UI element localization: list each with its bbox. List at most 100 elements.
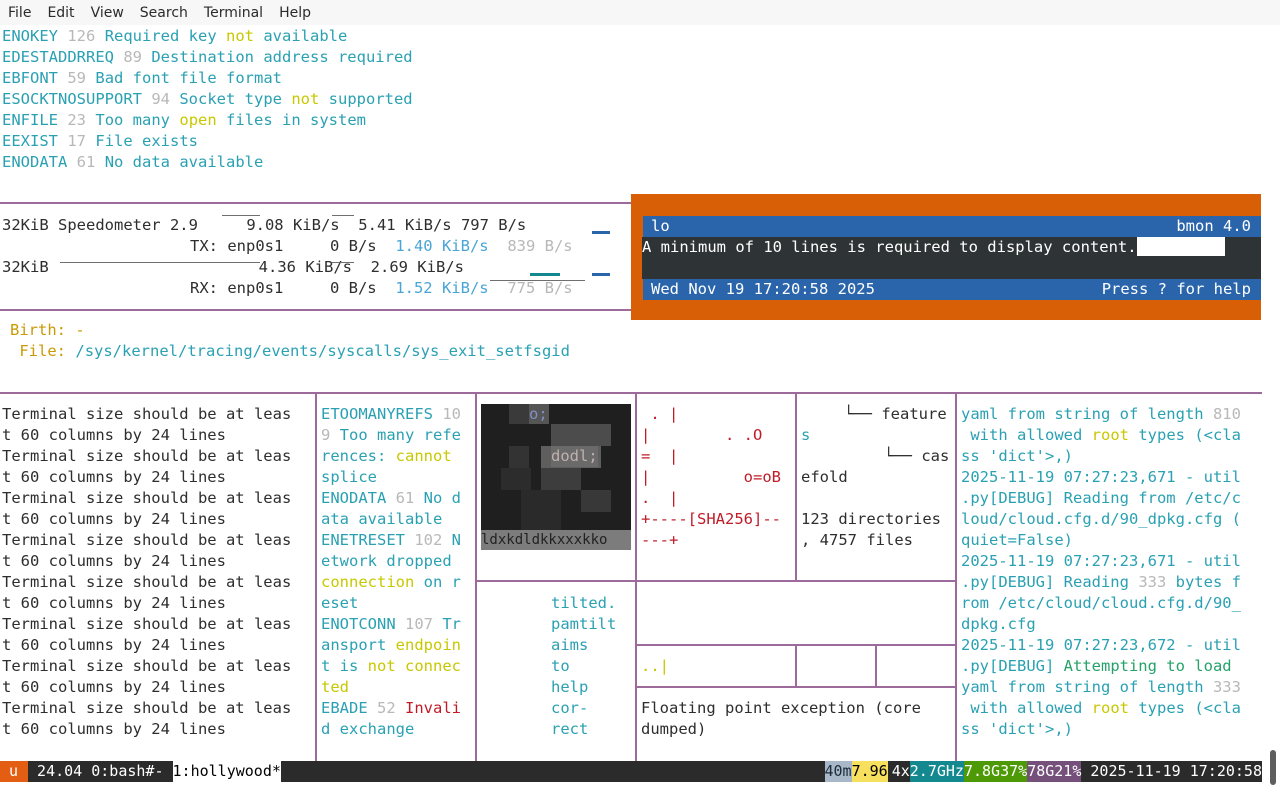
cpu-frequency: 2.7GHz [909,761,964,782]
bmon-version: bmon 4.0 [1176,217,1251,235]
errno-desc: Required key [104,27,227,45]
errno-line: EDESTADDRREQ 89 Destination address requ… [2,47,413,68]
text-line: with allowed root types (<cla [961,698,1241,719]
text-segment: 2025-11-19 07:27:23,671 - util [961,552,1241,570]
pamtilt-text: tilted. pamtilt aims to help cor-rect [551,593,616,740]
pane-divider [635,393,637,761]
speed-graph-line [60,262,260,263]
memory-usage: 7.8G37% [963,761,1028,782]
session-indicator[interactable]: u [0,761,29,782]
warning-line: Terminal size should be at leas [2,405,292,423]
randomart-line: | o=oB [641,468,781,486]
menu-file[interactable]: File [0,5,39,21]
window-bash[interactable]: 0:bash#- [91,761,172,782]
randomart-line: = | [641,447,679,465]
warning-line: t 60 columns by 24 lines [2,678,226,696]
text-line: ss 'dict'>,) [961,446,1241,467]
text-line: d exchange [321,719,461,740]
bmon-footer-bar: Wed Nov 19 17:20:58 2025 Press ? for hel… [643,279,1261,300]
warning-line: t 60 columns by 24 lines [2,594,226,612]
errno-desc: open [179,111,227,129]
text-segment: Invali [405,699,461,717]
pane-divider [636,686,956,688]
randomart-line: ---+ [641,531,679,549]
text-segment: ENODATA [321,489,396,507]
pane-divider [0,309,631,311]
tree-summary: 123 directories [801,510,941,528]
text-segment: with allowed [961,426,1092,444]
pane-divider [955,393,957,761]
errno-desc: Too many [95,111,180,129]
menu-search[interactable]: Search [132,5,196,21]
menu-edit[interactable]: Edit [39,5,82,21]
pane-divider [0,202,631,204]
text-segment: root [1091,426,1139,444]
pamtilt-line: aims [551,636,589,654]
text-line: ETOOMANYREFS 10 [321,404,461,425]
errno-desc: supported [328,90,413,108]
bmon-blank-row [642,258,1261,279]
cursor [1136,237,1225,256]
text-segment: loud/cloud.cfg.d/90_dpkg.cfg ( [961,510,1241,528]
text-segment: ETOOMANYREFS [321,405,443,423]
ascii-art-image: o; dodl; ldxkdldkkxxxkko [481,404,631,550]
speed-spark [592,273,610,276]
pane-divider [795,645,797,687]
errno-desc: Bad font file format [95,69,282,87]
errno-number: 94 [151,90,170,108]
tree-output: s [801,426,811,444]
text-segment: root [1091,699,1139,717]
menu-help[interactable]: Help [271,5,319,21]
bmon-title-bar: lo bmon 4.0 [643,216,1261,237]
text-line: 2025-11-19 07:27:23,671 - util [961,467,1241,488]
text-segment: 2025-11-19 07:27:23,672 - util [961,636,1241,654]
load-average: 7.96 [851,761,888,782]
text-line: etwork dropped [321,551,461,572]
menu-terminal[interactable]: Terminal [196,5,271,21]
text-line: EBADE 52 Invali [321,698,461,719]
rx-row: RX: enp0s1 0 B/s 1.52 KiB/s 775 B/s [190,279,573,297]
errno-name: EEXIST [2,132,58,150]
text-segment: ENETRESET [321,531,415,549]
fpe-line: dumped) [641,720,707,738]
scrollbar-thumb[interactable] [1270,750,1276,785]
text-segment: endpoin [395,636,461,654]
warning-line: t 60 columns by 24 lines [2,426,226,444]
text-line: ata available [321,509,461,530]
errno-name: EDESTADDRREQ [2,48,114,66]
errno-line: ENODATA 61 No data available [2,152,263,173]
pamtilt-line: rect [551,720,589,738]
tree-output: └── cas [884,447,950,465]
text-segment: bytes f [1175,573,1241,591]
text-line: ted [321,677,461,698]
text-line: .py[DEBUG] Reading 333 bytes f [961,572,1241,593]
text-segment: connec [405,657,461,675]
errno-name: ENFILE [2,111,58,129]
text-segment: Attempting to load [1063,657,1232,675]
text-segment: 10 [442,405,461,423]
text-segment: ss 'dict'>,) [961,447,1073,465]
text-line: connection on r [321,572,461,593]
text-segment: yaml from string of length [961,405,1213,423]
errno-desc: not [226,27,264,45]
speed-graph-line [332,215,354,216]
pamtilt-line: tilted. [551,594,617,612]
art-top: o; [529,405,548,423]
pane-divider [475,393,477,761]
errno-pane: ETOOMANYREFS 10 9 Too many refe rences: ca… [321,404,461,740]
errno-number: 23 [67,111,87,129]
speed-spark [530,273,560,276]
pamtilt-line: to [551,657,570,675]
warning-line: Terminal size should be at leas [2,615,292,633]
warning-line: Terminal size should be at leas [2,657,292,675]
text-segment: ata available [321,510,443,528]
window-hollywood[interactable]: 1:hollywood* [172,761,281,782]
text-segment: rences: [321,447,396,465]
text-segment: types (<cla [1138,699,1241,717]
menu-view[interactable]: View [83,5,132,21]
errno-number: 126 [67,27,96,45]
text-line: ENODATA 61 No d [321,488,461,509]
fpe-line: Floating point exception (core [641,699,921,717]
warning-line: t 60 columns by 24 lines [2,552,226,570]
text-line: 2025-11-19 07:27:23,671 - util [961,551,1241,572]
